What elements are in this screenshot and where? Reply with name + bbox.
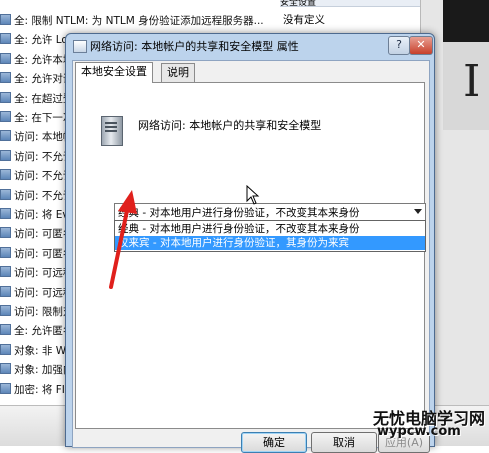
policy-row[interactable]: 全: 允许匿名 (0, 322, 68, 340)
policy-item-icon (0, 343, 11, 355)
policy-row[interactable]: 访问: 不允许 S (0, 167, 68, 185)
policy-item-icon (0, 91, 11, 103)
policy-window-icon (73, 40, 87, 53)
policy-row-label: 全: 在下一次 (14, 112, 68, 124)
policy-row-label: 加密: 将 FIPS (14, 383, 68, 396)
server-policy-icon (101, 116, 123, 146)
policy-name-label: 网络访问: 本地帐户的共享和安全模型 (138, 119, 322, 132)
policy-setting-value: 没有定义 (283, 14, 325, 26)
policy-row[interactable]: 访问: 本地帐户 (0, 128, 68, 146)
policy-item-icon (0, 52, 11, 64)
policy-item-icon (0, 188, 11, 200)
policy-item-icon (0, 227, 11, 239)
policy-row-label: 访问: 不允许 S (14, 170, 68, 183)
policy-item-icon (0, 111, 11, 122)
policy-row[interactable]: 访问: 不允许存 (0, 187, 68, 205)
policy-row[interactable]: 访问: 可远程访 (0, 264, 68, 282)
policy-row-label: 访问: 可匿名访 (14, 247, 68, 260)
policy-row-label: 访问: 限制对命 (14, 306, 68, 318)
option-guest-only[interactable]: 仅来宾 - 对本地用户进行身份验证，其身份为来宾 (115, 236, 425, 250)
policy-row[interactable]: 全: 在超过登 (0, 90, 68, 108)
close-button[interactable]: ✕ (409, 36, 433, 55)
policy-row[interactable]: 访问: 可远程访 (0, 284, 68, 302)
policy-row[interactable]: 全: 在下一次 (0, 109, 68, 127)
policy-item-icon (0, 14, 11, 25)
policy-row-label: 访问: 不允许 S (14, 150, 68, 163)
policy-row[interactable]: 访问: 将 Every (0, 206, 68, 224)
policy-row[interactable]: 全: 允许本地 (0, 51, 68, 69)
policy-row[interactable]: 对象: 加强内部 (0, 361, 68, 379)
policy-item-icon (0, 246, 11, 258)
security-setting-column-header[interactable]: 安全设置 (280, 0, 420, 7)
sharing-model-dropdown-list: 经典 - 对本地用户进行身份验证，不改变其本来身份 仅来宾 - 对本地用户进行身… (114, 220, 426, 252)
policy-item-icon (0, 149, 11, 161)
policy-row-label: 访问: 可远程访 (14, 267, 68, 280)
policy-row-label: 全: 允许匿名 (14, 325, 68, 338)
chevron-down-icon[interactable] (414, 209, 422, 214)
watermark-url: wypcw.com (377, 424, 461, 439)
policy-row-label: 全: 限制 NTLM: 为 NTLM 身份验证添加远程服务器... (14, 15, 264, 27)
policy-row[interactable]: 全: 限制 NTLM: 为 NTLM 身份验证添加远程服务器... (0, 12, 280, 30)
dialog-title: 网络访问: 本地帐户的共享和安全模型 属性 (90, 40, 299, 53)
policy-row-label: 全: 允许 Lo (14, 34, 68, 47)
policy-item-icon (0, 169, 11, 181)
policy-row-label: 访问: 可匿名访 (14, 228, 68, 241)
policy-row-label: 访问: 本地帐户 (14, 131, 68, 144)
policy-row-label: 全: 允许本地 (14, 53, 68, 66)
mouse-pointer-icon (246, 185, 260, 205)
option-classic[interactable]: 经典 - 对本地用户进行身份验证，不改变其本来身份 (115, 222, 425, 236)
dialog-client-area: 本地安全设置 说明 网络访问: 本地帐户的共享和安全模型 经典 - 对本地用户进… (72, 60, 430, 453)
policy-item-icon (0, 208, 11, 219)
tab-explain[interactable]: 说明 (161, 63, 195, 82)
policy-row-label: 访问: 不允许存 (14, 189, 68, 202)
select-current-value: 经典 - 对本地用户进行身份验证，不改变其本来身份 (118, 207, 360, 219)
policy-item-icon (0, 33, 11, 45)
policy-row-label: 对象: 非 Windo (14, 344, 68, 357)
policy-row[interactable]: 访问: 限制对命 (0, 303, 68, 321)
policy-row-label: 全: 允许对话 (14, 73, 68, 86)
sharing-model-select[interactable]: 经典 - 对本地用户进行身份验证，不改变其本来身份 (114, 203, 426, 221)
policy-row[interactable]: 对象: 非 Windo (0, 342, 68, 360)
ok-button[interactable]: 确定 (241, 432, 307, 453)
policy-row-label: 访问: 可远程访 (14, 286, 68, 299)
tab-panel: 网络访问: 本地帐户的共享和安全模型 经典 - 对本地用户进行身份验证，不改变其… (75, 82, 426, 429)
policy-item-icon (0, 72, 11, 84)
policy-row-label: 对象: 加强内部 (14, 364, 68, 377)
properties-dialog: 网络访问: 本地帐户的共享和安全模型 属性 ? ✕ 本地安全设置 说明 网络访问… (65, 33, 435, 453)
policy-item-icon (0, 363, 11, 375)
policy-item-icon (0, 130, 11, 142)
policy-item-icon (0, 266, 11, 278)
tab-local-security-setting[interactable]: 本地安全设置 (75, 62, 153, 83)
policy-row-label: 访问: 将 Every (14, 209, 68, 221)
policy-row[interactable]: 访问: 不允许 S (0, 148, 68, 166)
cancel-button[interactable]: 取消 (311, 432, 377, 453)
policy-item-icon (0, 324, 11, 336)
policy-row[interactable]: 访问: 可匿名访 (0, 245, 68, 263)
policy-item-icon (0, 305, 11, 316)
policy-row[interactable]: 全: 允许对话 (0, 70, 68, 88)
policy-row[interactable]: 加密: 将 FIPS (0, 381, 68, 399)
help-button[interactable]: ? (388, 36, 410, 55)
policy-row[interactable]: 全: 允许 Lo (0, 31, 68, 49)
policy-row-label: 全: 在超过登 (14, 92, 68, 105)
policy-row[interactable]: 访问: 可匿名访 (0, 225, 68, 243)
background-photo: I (443, 0, 489, 130)
policy-item-icon (0, 285, 11, 297)
policy-item-icon (0, 382, 11, 394)
dialog-titlebar[interactable]: 网络访问: 本地帐户的共享和安全模型 属性 ? ✕ (66, 34, 434, 58)
